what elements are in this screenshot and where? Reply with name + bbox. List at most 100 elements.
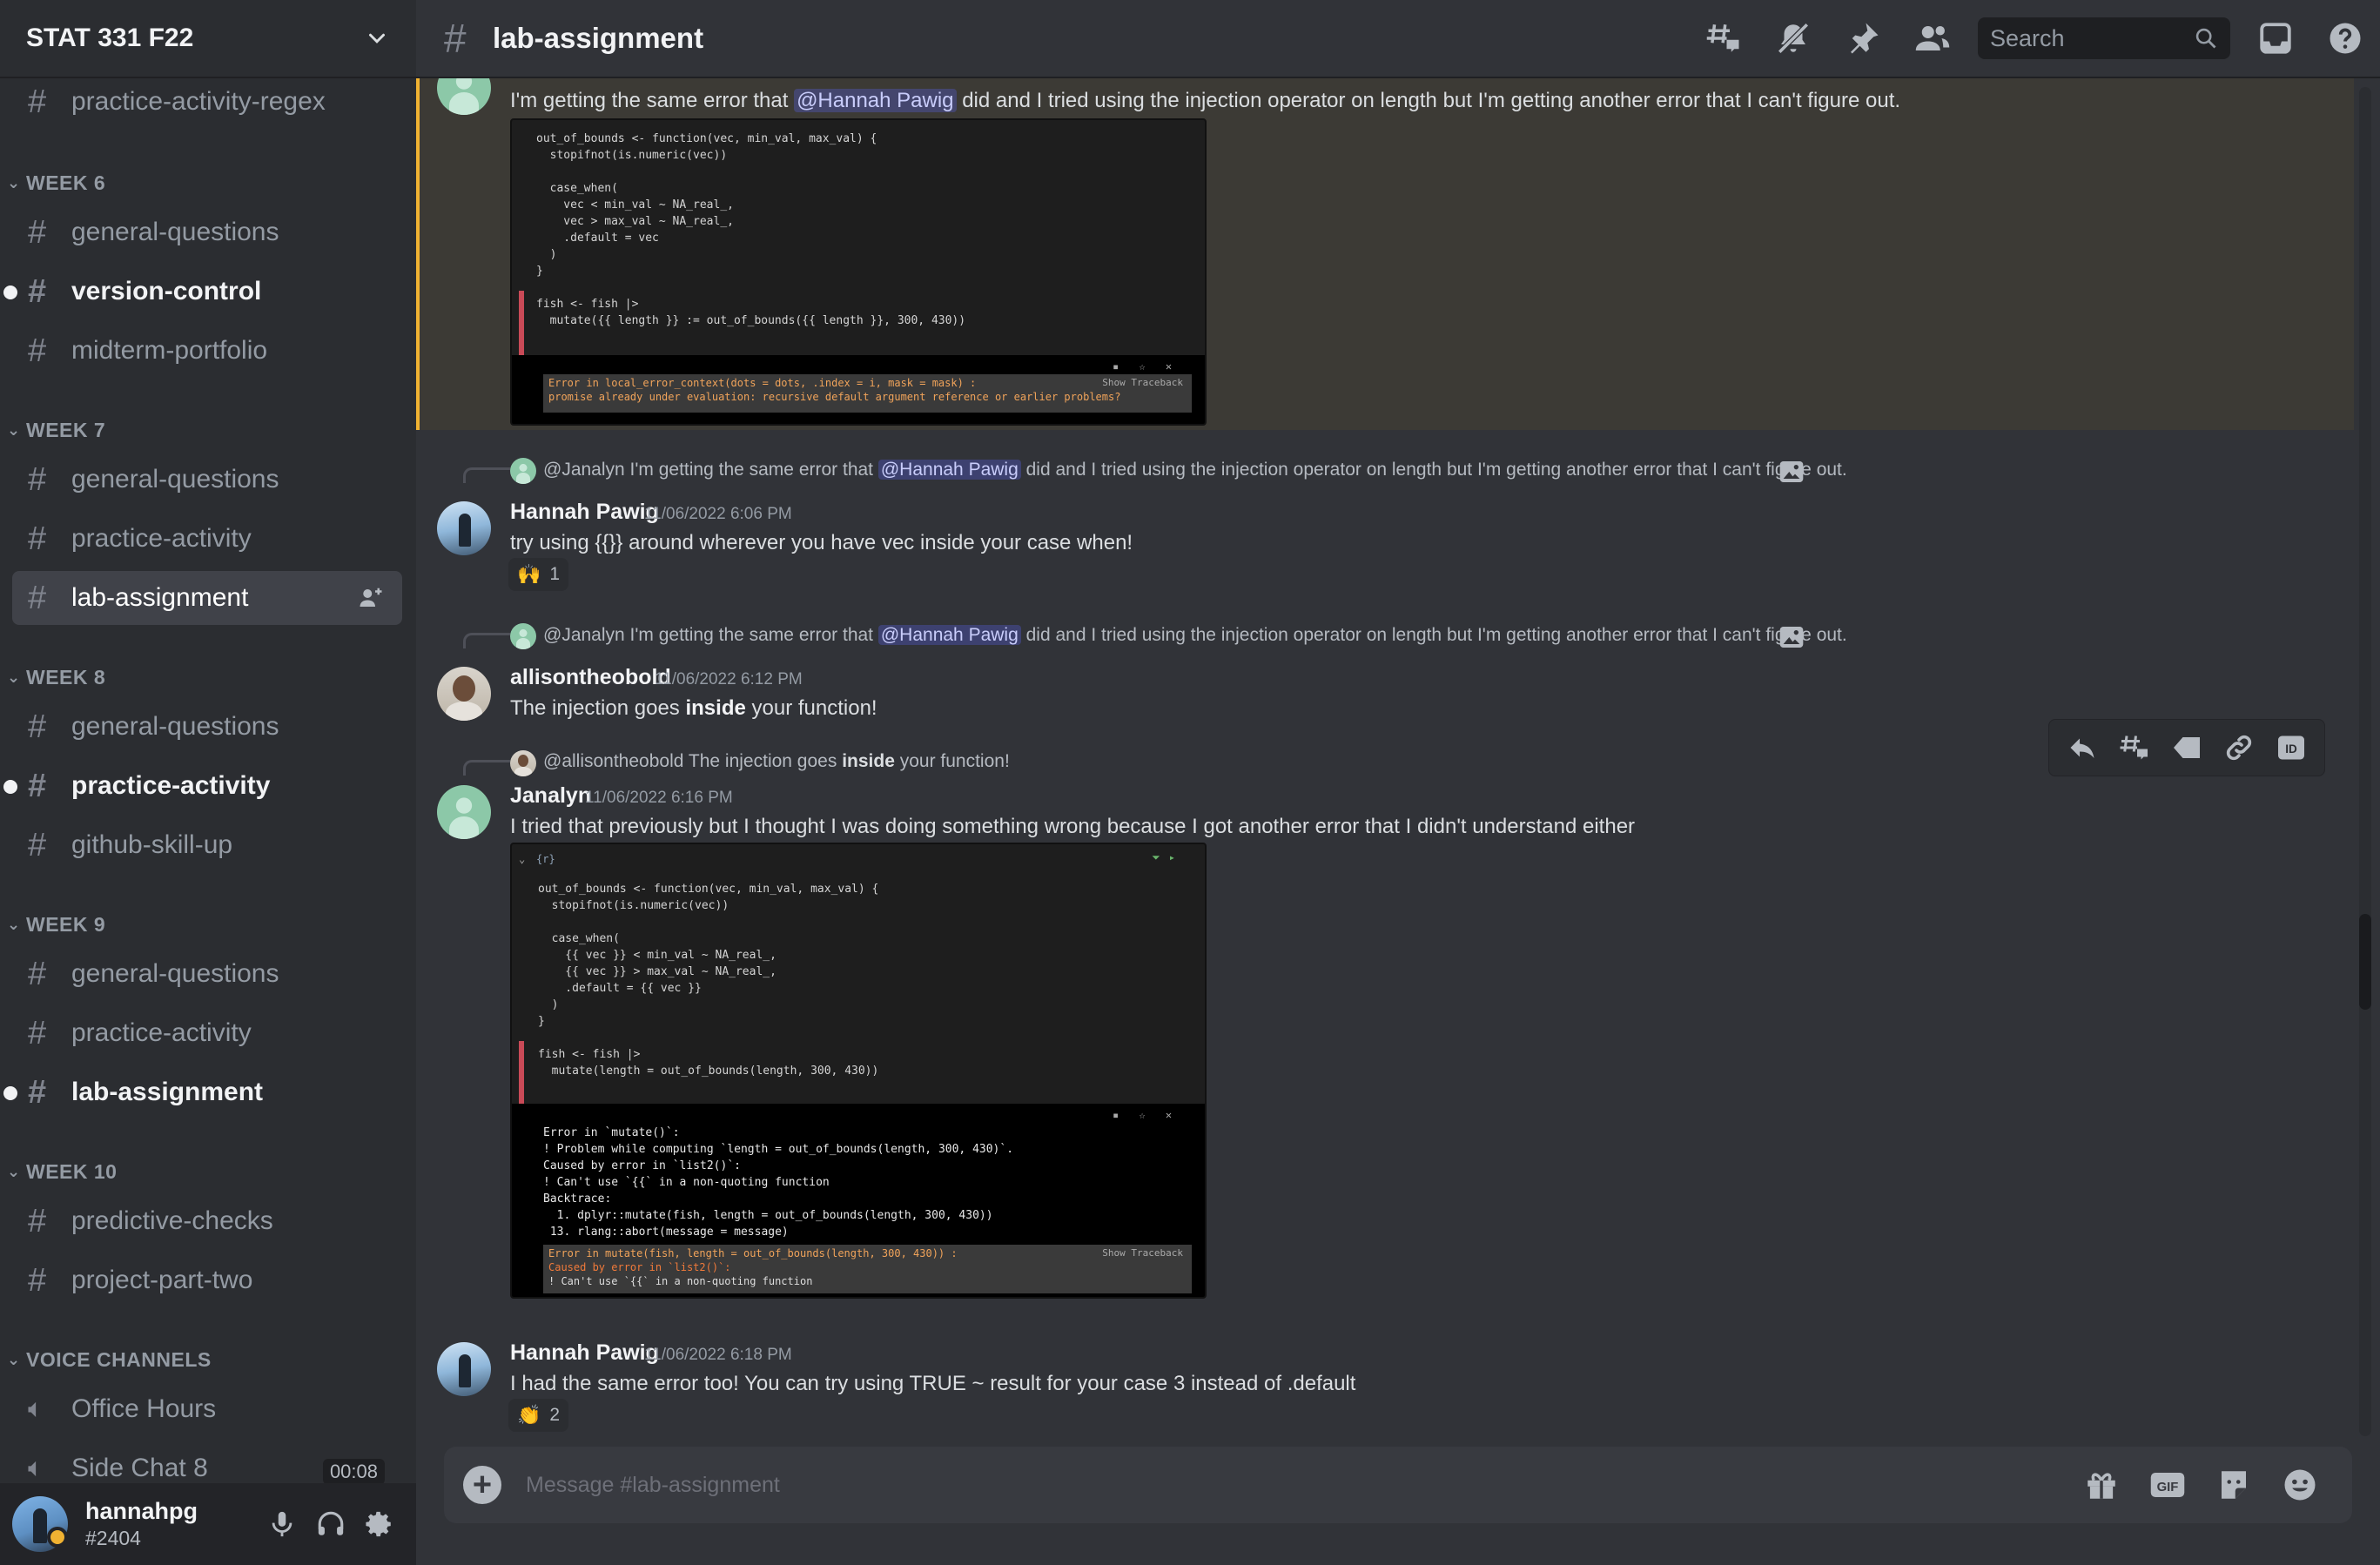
hashtag-icon: # [28, 83, 47, 120]
channel-project-part-two[interactable]: # project-part-two [12, 1253, 402, 1307]
user-settings-button[interactable] [355, 1500, 404, 1548]
author-name[interactable]: Hannah Pawig [510, 500, 659, 525]
channel-version-control[interactable]: # version-control [3, 265, 402, 319]
image-attachment[interactable]: out_of_bounds <- function(vec, min_val, … [510, 118, 1207, 426]
channel-practice-activity[interactable]: # practice-activity [12, 1006, 402, 1060]
channel-github-skill-up[interactable]: # github-skill-up [12, 818, 402, 872]
mark-unread-button[interactable] [2163, 724, 2210, 771]
mute-button[interactable] [258, 1500, 306, 1548]
emoji-button[interactable] [2267, 1459, 2333, 1511]
chunk-run-icons: ⏷▸ [1152, 851, 1184, 863]
username: hannahpg [85, 1498, 198, 1524]
threads-button[interactable] [1689, 0, 1758, 77]
category-label: VOICE CHANNELS [26, 1347, 212, 1371]
channel-practice-activity[interactable]: # practice-activity [12, 512, 402, 566]
channel-general-questions[interactable]: # general-questions [12, 700, 402, 754]
channel-general-questions[interactable]: # general-questions [12, 453, 402, 507]
category-week-7[interactable]: ⌄ WEEK 7 [7, 413, 105, 447]
message-input[interactable]: Message #lab-assignment [526, 1473, 2068, 1498]
timestamp: 11/06/2022 6:16 PM [585, 789, 733, 807]
message-text[interactable]: try using {{}} around wherever you have … [510, 531, 1133, 555]
channel-label: project-part-two [71, 1266, 253, 1294]
scrollbar-thumb[interactable] [2359, 914, 2371, 1010]
reaction[interactable]: 🙌 1 [508, 558, 569, 591]
hashtag-icon: # [28, 826, 47, 863]
avatar[interactable] [437, 501, 491, 555]
channel-lab-assignment[interactable]: # lab-assignment [3, 1065, 402, 1119]
avatar[interactable] [437, 785, 491, 839]
sticker-button[interactable] [2201, 1459, 2267, 1511]
category-week-8[interactable]: ⌄ WEEK 8 [7, 660, 105, 695]
scrollbar-track[interactable] [2359, 87, 2371, 1436]
upload-button[interactable]: + [463, 1466, 501, 1504]
error-gutter-marker [519, 291, 524, 355]
add-member-icon[interactable] [357, 585, 385, 611]
channel-lab-assignment[interactable]: # lab-assignment [12, 571, 402, 625]
channel-general-questions[interactable]: # general-questions [12, 947, 402, 1001]
bold-text: inside [685, 696, 746, 720]
copy-id-button[interactable]: ID [2268, 724, 2315, 771]
avatar[interactable] [437, 667, 491, 721]
search-icon [2195, 28, 2216, 49]
voice-channel-office-hours[interactable]: 🔈︎ Office Hours [12, 1382, 402, 1436]
author-name[interactable]: allisontheobold [510, 665, 671, 690]
category-week-9[interactable]: ⌄ WEEK 9 [7, 907, 105, 942]
channel-predictive-checks[interactable]: # predictive-checks [12, 1194, 402, 1248]
timestamp: 11/06/2022 6:06 PM [644, 505, 792, 523]
server-header[interactable]: STAT 331 F22 [0, 0, 416, 78]
member-list-button[interactable] [1898, 0, 1967, 77]
channel-label: general-questions [71, 218, 279, 246]
gift-button[interactable] [2068, 1459, 2135, 1511]
pinned-messages-button[interactable] [1828, 0, 1898, 77]
channel-title: lab-assignment [493, 22, 704, 54]
author-name[interactable]: Hannah Pawig [510, 1340, 659, 1366]
notification-settings-button[interactable] [1758, 0, 1828, 77]
category-week-6[interactable]: ⌄ WEEK 6 [7, 165, 105, 200]
channel-label: Office Hours [71, 1394, 217, 1423]
threads-icon [1706, 24, 1739, 52]
error-message-box: Error in mutate(fish, length = out_of_bo… [543, 1245, 1192, 1293]
author-name[interactable]: Janalyn [510, 783, 591, 809]
channel-practice-activity-regex[interactable]: # practice-activity-regex [12, 78, 402, 129]
reply-preview[interactable]: @Janalyn I'm getting the same error that… [543, 625, 1847, 646]
user-info[interactable]: hannahpg #2404 [85, 1498, 258, 1550]
message-text[interactable]: I tried that previously but I thought I … [510, 815, 1635, 839]
channel-midterm-portfolio[interactable]: # midterm-portfolio [12, 324, 402, 378]
error-line: promise already under evaluation: recurs… [548, 391, 1121, 403]
voice-channel-side-chat-8[interactable]: 🔈︎ Side Chat 8 00:08 [12, 1441, 402, 1483]
help-icon [2330, 23, 2361, 54]
category-voice-channels[interactable]: ⌄ VOICE CHANNELS [7, 1342, 212, 1377]
reaction[interactable]: 👏 2 [508, 1399, 569, 1432]
link-icon [2226, 735, 2252, 761]
avatar[interactable] [437, 1342, 491, 1396]
speaker-icon: 🔈︎ [28, 1454, 44, 1482]
channel-practice-activity[interactable]: # practice-activity [3, 759, 402, 813]
user-mention[interactable]: @Hannah Pawig [794, 89, 957, 112]
message-text[interactable]: I had the same error too! You can try us… [510, 1372, 1355, 1396]
inbox-button[interactable] [2241, 0, 2310, 77]
hashtag-icon: # [28, 579, 47, 616]
message-text[interactable]: I'm getting the same error that @Hannah … [510, 89, 1900, 113]
category-week-10[interactable]: ⌄ WEEK 10 [7, 1154, 117, 1189]
reply-button[interactable] [2059, 724, 2106, 771]
reply-preview[interactable]: @Janalyn I'm getting the same error that… [543, 460, 1847, 480]
reply-text-part: The injection goes [688, 751, 843, 771]
reply-preview[interactable]: @allisontheobold The injection goes insi… [543, 751, 1010, 772]
console-output: Error in `mutate()`: ! Problem while com… [543, 1126, 1014, 1239]
chunk-collapse-icon: ⌄ [519, 853, 526, 865]
search-input[interactable]: Search [1978, 17, 2230, 59]
message-actions-toolbar: ID [2048, 719, 2325, 776]
chevron-down-icon: ⌄ [7, 420, 21, 439]
chunk-header: {r} [536, 853, 555, 865]
reply-text-part: I'm getting the same error that [629, 625, 878, 645]
avatar [510, 623, 536, 649]
gif-button[interactable]: GIF [2135, 1459, 2201, 1511]
image-attachment[interactable]: ⌄ {r} ⏷▸ out_of_bounds <- function(vec, … [510, 843, 1207, 1299]
message-text[interactable]: The injection goes inside your function! [510, 696, 877, 721]
svg-text:ID: ID [2285, 742, 2297, 756]
copy-link-button[interactable] [2215, 724, 2262, 771]
create-thread-button[interactable] [2111, 724, 2158, 771]
channel-general-questions[interactable]: # general-questions [12, 205, 402, 259]
deafen-button[interactable] [306, 1500, 355, 1548]
help-button[interactable] [2310, 0, 2380, 77]
